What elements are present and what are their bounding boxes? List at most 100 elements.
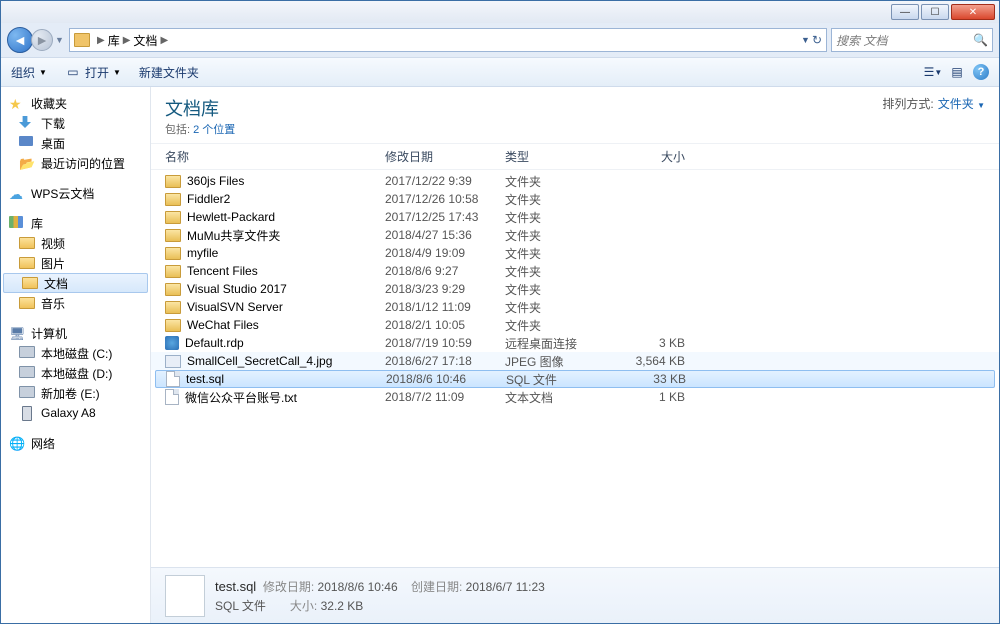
- sidebar-item-recent[interactable]: 📂最近访问的位置: [1, 153, 150, 173]
- sidebar-item-downloads[interactable]: 下载: [1, 113, 150, 133]
- sidebar-item-music[interactable]: 音乐: [1, 293, 150, 313]
- address-bar[interactable]: ▶ 库 ▶ 文档 ▶ ▼ ↻: [69, 28, 827, 52]
- file-name-text: 微信公众平台账号.txt: [185, 389, 297, 406]
- organize-button[interactable]: 组织▼: [11, 64, 47, 81]
- file-size: 3,564 KB: [605, 354, 685, 368]
- sidebar-libraries-header[interactable]: 库: [1, 213, 150, 233]
- minimize-button[interactable]: —: [891, 4, 919, 20]
- file-name-text: Hewlett-Packard: [187, 210, 275, 224]
- file-date: 2018/7/19 10:59: [385, 336, 505, 350]
- sidebar-network-header[interactable]: 🌐网络: [1, 433, 150, 453]
- file-row[interactable]: 微信公众平台账号.txt2018/7/2 11:09文本文档1 KB: [151, 388, 999, 406]
- sidebar-item-drive-d[interactable]: 本地磁盘 (D:): [1, 363, 150, 383]
- column-headers: 名称 修改日期 类型 大小: [151, 144, 999, 170]
- explorer-window: — ☐ ✕ ◄ ► ▼ ▶ 库 ▶ 文档 ▶ ▼ ↻ 搜索 文档 🔍: [0, 0, 1000, 624]
- file-row[interactable]: Default.rdp2018/7/19 10:59远程桌面连接3 KB: [151, 334, 999, 352]
- file-row[interactable]: VisualSVN Server2018/1/12 11:09文件夹: [151, 298, 999, 316]
- sidebar-item-videos[interactable]: 视频: [1, 233, 150, 253]
- folder-icon: [165, 211, 181, 224]
- back-button[interactable]: ◄: [7, 27, 33, 53]
- sidebar-item-drive-c[interactable]: 本地磁盘 (C:): [1, 343, 150, 363]
- recent-icon: 📂: [19, 156, 35, 170]
- sidebar-item-desktop[interactable]: 桌面: [1, 133, 150, 153]
- file-thumbnail: [165, 575, 205, 617]
- sidebar-item-pictures[interactable]: 图片: [1, 253, 150, 273]
- file-type: 文本文档: [505, 389, 605, 406]
- file-date: 2018/4/9 19:09: [385, 246, 505, 260]
- preview-pane-icon[interactable]: ▤: [949, 64, 965, 80]
- file-date: 2018/8/6 10:46: [386, 372, 506, 386]
- new-folder-button[interactable]: 新建文件夹: [139, 64, 199, 81]
- file-type: 文件夹: [505, 281, 605, 298]
- breadcrumb-sep-icon: ▶: [160, 35, 168, 46]
- img-icon: [165, 355, 181, 368]
- file-name-text: test.sql: [186, 372, 224, 386]
- library-icon: [74, 33, 90, 47]
- view-mode-icon[interactable]: ☰ ▼: [925, 64, 941, 80]
- file-icon: [165, 389, 179, 405]
- file-row[interactable]: 360js Files 2017/12/22 9:39文件夹: [151, 172, 999, 190]
- file-size: 3 KB: [605, 336, 685, 350]
- file-type: 文件夹: [505, 173, 605, 190]
- sidebar-computer-header[interactable]: 🖥计算机: [1, 323, 150, 343]
- breadcrumb-sep-icon: ▶: [123, 35, 131, 46]
- history-dropdown-icon[interactable]: ▼: [55, 35, 65, 45]
- file-row[interactable]: myfile2018/4/9 19:09文件夹: [151, 244, 999, 262]
- folder-icon: [165, 283, 181, 296]
- file-size: 33 KB: [606, 372, 686, 386]
- sidebar-item-galaxy[interactable]: Galaxy A8: [1, 403, 150, 423]
- file-type: 文件夹: [505, 317, 605, 334]
- drive-icon: [19, 346, 35, 360]
- sidebar-item-wps[interactable]: ☁WPS云文档: [1, 183, 150, 203]
- breadcrumb-root[interactable]: 库: [108, 32, 120, 49]
- breadcrumb-current[interactable]: 文档: [133, 32, 157, 49]
- file-row[interactable]: WeChat Files2018/2/1 10:05文件夹: [151, 316, 999, 334]
- column-size[interactable]: 大小: [605, 148, 685, 165]
- arrange-dropdown[interactable]: 文件夹 ▼: [938, 95, 985, 112]
- sidebar-favorites-header[interactable]: ★收藏夹: [1, 93, 150, 113]
- file-date: 2017/12/22 9:39: [385, 174, 505, 188]
- sidebar-item-documents[interactable]: 文档: [3, 273, 148, 293]
- details-mod-label: 修改日期:: [263, 580, 314, 594]
- refresh-icon[interactable]: ↻: [812, 33, 822, 47]
- breadcrumb-sep-icon: ▶: [97, 35, 105, 46]
- file-type: JPEG 图像: [505, 353, 605, 370]
- column-date[interactable]: 修改日期: [385, 148, 505, 165]
- library-locations-link[interactable]: 2 个位置: [193, 124, 235, 136]
- file-name-text: 360js Files: [187, 174, 244, 188]
- file-type: 文件夹: [505, 209, 605, 226]
- maximize-button[interactable]: ☐: [921, 4, 949, 20]
- help-icon[interactable]: ?: [973, 64, 989, 80]
- search-icon[interactable]: 🔍: [973, 33, 988, 47]
- file-name-text: WeChat Files: [187, 318, 259, 332]
- column-name[interactable]: 名称: [165, 148, 385, 165]
- file-row[interactable]: Tencent Files2018/8/6 9:27文件夹: [151, 262, 999, 280]
- search-input[interactable]: 搜索 文档 🔍: [831, 28, 993, 52]
- file-date: 2018/1/12 11:09: [385, 300, 505, 314]
- computer-icon: 🖥: [9, 326, 25, 340]
- file-type: 文件夹: [505, 245, 605, 262]
- title-bar: — ☐ ✕: [1, 1, 999, 23]
- file-row[interactable]: test.sql2018/8/6 10:46SQL 文件33 KB: [155, 370, 995, 388]
- file-type: 文件夹: [505, 191, 605, 208]
- file-date: 2018/3/23 9:29: [385, 282, 505, 296]
- details-type: SQL 文件: [215, 597, 266, 614]
- close-button[interactable]: ✕: [951, 4, 995, 20]
- file-row[interactable]: Visual Studio 20172018/3/23 9:29文件夹: [151, 280, 999, 298]
- file-row[interactable]: Hewlett-Packard 2017/12/25 17:43文件夹: [151, 208, 999, 226]
- open-button[interactable]: ▭打开▼: [65, 64, 121, 81]
- content-pane: 文档库 包括: 2 个位置 排列方式: 文件夹 ▼ 名称 修改日期 类型 大小 …: [151, 87, 999, 623]
- file-date: 2017/12/25 17:43: [385, 210, 505, 224]
- file-name-text: MuMu共享文件夹: [187, 227, 280, 244]
- desktop-icon: [19, 136, 35, 150]
- folder-icon: [165, 175, 181, 188]
- details-created-label: 创建日期:: [411, 580, 462, 594]
- folder-icon: [165, 301, 181, 314]
- address-dropdown-icon[interactable]: ▼: [801, 35, 810, 45]
- file-row[interactable]: MuMu共享文件夹2018/4/27 15:36文件夹: [151, 226, 999, 244]
- file-row[interactable]: Fiddler22017/12/26 10:58文件夹: [151, 190, 999, 208]
- sidebar-item-drive-e[interactable]: 新加卷 (E:): [1, 383, 150, 403]
- file-row[interactable]: SmallCell_SecretCall_4.jpg2018/6/27 17:1…: [151, 352, 999, 370]
- column-type[interactable]: 类型: [505, 148, 605, 165]
- forward-button[interactable]: ►: [31, 29, 53, 51]
